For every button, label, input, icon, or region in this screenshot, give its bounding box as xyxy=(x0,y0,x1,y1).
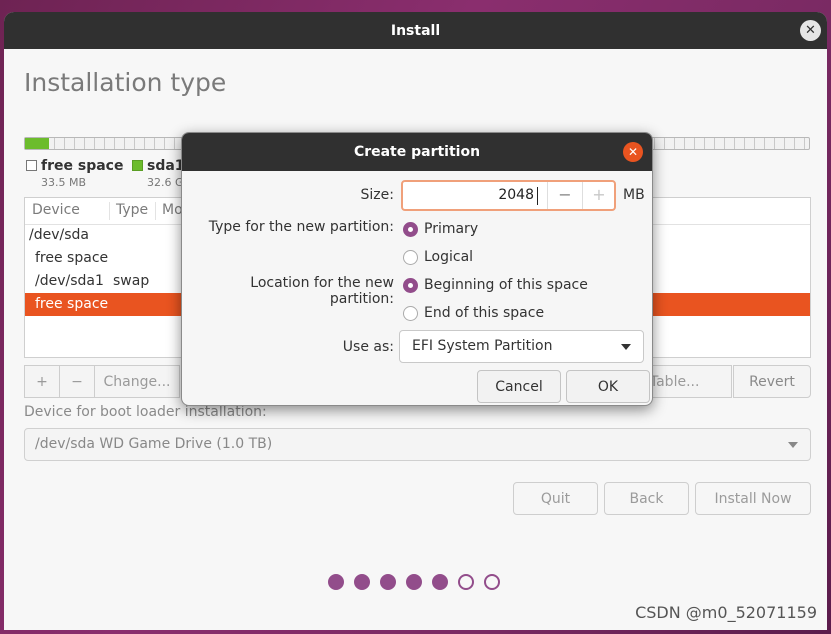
legend-sda1: sda1 32.6 G xyxy=(132,158,185,189)
window-titlebar: Install ✕ xyxy=(4,12,827,49)
use-as-select[interactable]: EFI System Partition xyxy=(399,330,644,363)
radio-unselected-icon xyxy=(403,249,418,265)
location-radio-end[interactable]: End of this space xyxy=(403,305,544,321)
progress-dot xyxy=(380,574,396,590)
quit-button[interactable]: Quit xyxy=(513,482,598,515)
remove-partition-button[interactable]: − xyxy=(59,365,95,398)
chevron-down-icon xyxy=(788,442,798,448)
use-as-label: Use as: xyxy=(342,339,394,355)
text-caret xyxy=(537,187,538,205)
size-value: 2048 xyxy=(498,187,534,203)
install-now-button[interactable]: Install Now xyxy=(695,482,811,515)
revert-button[interactable]: Revert xyxy=(733,365,811,398)
back-button[interactable]: Back xyxy=(604,482,689,515)
legend-swatch-free xyxy=(26,160,37,171)
watermark-text: CSDN @m0_52071159 xyxy=(635,603,817,622)
partition-location-label: Location for the new partition: xyxy=(250,275,394,307)
partition-type-label: Type for the new partition: xyxy=(208,219,394,235)
change-partition-button[interactable]: Change... xyxy=(94,365,180,398)
progress-dots xyxy=(328,574,500,590)
partition-bar-used-segment xyxy=(25,138,49,149)
add-partition-button[interactable]: + xyxy=(24,365,60,398)
column-header-type[interactable]: Type xyxy=(116,202,148,218)
page-title: Installation type xyxy=(24,68,227,97)
dialog-close-icon[interactable]: ✕ xyxy=(623,142,643,162)
chevron-down-icon xyxy=(621,344,631,350)
size-input[interactable]: 2048 − + xyxy=(401,180,616,211)
column-header-device[interactable]: Device xyxy=(32,202,80,218)
column-header-mount[interactable]: Mo xyxy=(162,202,183,218)
create-partition-dialog: Create partition ✕ Size: 2048 − + MB Typ… xyxy=(181,132,653,406)
radio-selected-icon xyxy=(403,221,418,237)
window-close-icon[interactable]: ✕ xyxy=(800,20,821,41)
dialog-titlebar: Create partition ✕ xyxy=(182,133,652,171)
legend-free-space: free space 33.5 MB xyxy=(26,158,123,189)
window-title: Install xyxy=(390,22,441,39)
size-increment-button[interactable]: + xyxy=(582,185,616,204)
type-radio-primary[interactable]: Primary xyxy=(403,221,478,237)
radio-unselected-icon xyxy=(403,305,418,321)
size-unit: MB xyxy=(623,187,645,203)
bootloader-device-select[interactable]: /dev/sda WD Game Drive (1.0 TB) xyxy=(24,428,811,461)
progress-dot xyxy=(484,574,500,590)
progress-dot xyxy=(328,574,344,590)
size-decrement-button[interactable]: − xyxy=(548,185,582,204)
progress-dot xyxy=(406,574,422,590)
legend-swatch-sda1 xyxy=(132,160,143,171)
ok-button[interactable]: OK xyxy=(566,370,650,403)
size-label: Size: xyxy=(360,187,394,203)
type-radio-logical[interactable]: Logical xyxy=(403,249,473,265)
location-radio-beginning[interactable]: Beginning of this space xyxy=(403,277,588,293)
progress-dot xyxy=(458,574,474,590)
dialog-title: Create partition xyxy=(353,144,481,160)
bootloader-label: Device for boot loader installation: xyxy=(24,404,267,420)
progress-dot xyxy=(354,574,370,590)
radio-selected-icon xyxy=(403,277,418,293)
progress-dot xyxy=(432,574,448,590)
cancel-button[interactable]: Cancel xyxy=(477,370,561,403)
